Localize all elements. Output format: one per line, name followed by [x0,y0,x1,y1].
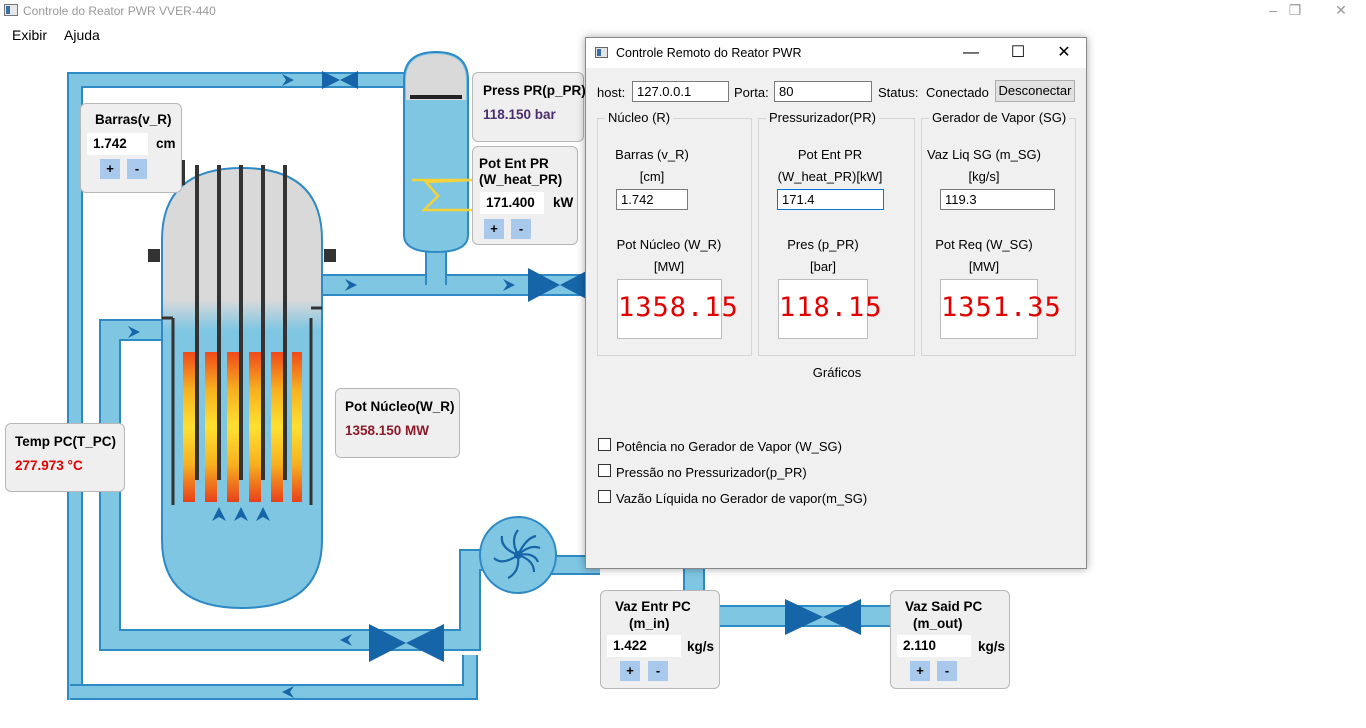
flow-in-decrease-button[interactable]: - [648,661,668,681]
dialog-title: Controle Remoto do Reator PWR [616,46,802,60]
status-value: Conectado [926,85,989,100]
status-label: Status: [878,85,919,100]
checkbox-icon[interactable] [598,490,611,503]
core-display-label: Pot Núcleo (W_R) [616,237,722,252]
flow-in-label-line2: (m_in) [629,616,670,631]
sg-input-unit: [kg/s] [968,169,1000,184]
heater-panel: Pot Ent PR (W_heat_PR) 171.400 kW + - [472,146,578,245]
pressurizer [403,50,473,254]
core-group-title: Núcleo (R) [605,110,674,125]
window-icon [595,47,608,58]
core-group: Núcleo (R) Barras (v_R) [cm] 1.742 Pot N… [597,110,752,356]
temperature-label: Temp PC(T_PC) [15,434,117,449]
steam-generator-group: Gerador de Vapor (SG) Vaz Liq SG (m_SG) … [921,110,1076,356]
graph-option-pressurizer-pressure[interactable]: Pressão no Pressurizador(p_PR) [616,465,807,480]
checkbox-icon[interactable] [598,438,611,451]
pressurizer-input-unit: (W_heat_PR)[kW] [777,169,883,184]
sg-flow-input[interactable]: 119.3 [940,189,1055,210]
flow-out-value-field[interactable]: 2.110 [897,635,971,657]
flow-out-label-line1: Vaz Said PC [905,599,983,614]
host-label: host: [597,85,626,100]
core-power-label: Pot Núcleo(W_R) [345,399,455,414]
flow-out-panel: Vaz Said PC (m_out) 2.110 kg/s + - [890,590,1010,689]
heater-label-line1: Pot Ent PR [479,156,549,171]
checkbox-icon[interactable] [598,464,611,477]
rods-panel: Barras(v_R) 1.742 cm + - [80,103,182,193]
sg-display-label: Pot Req (W_SG) [935,237,1033,252]
pump-icon [479,516,557,594]
heater-decrease-button[interactable]: - [511,219,531,239]
flow-in-value-field[interactable]: 1.422 [607,635,681,657]
steam-generator-group-title: Gerador de Vapor (SG) [929,110,1070,125]
core-input-unit: [cm] [639,169,665,184]
reactor-vessel [148,160,336,610]
sg-display-unit: [MW] [968,259,1000,274]
pressurizer-pressure-lcd: 118.15 [778,279,882,339]
hot-leg-pipe [320,245,600,296]
pressurizer-group: Pressurizador(PR) Pot Ent PR (W_heat_PR)… [758,110,915,356]
rods-increase-button[interactable]: + [100,159,120,179]
flow-in-increase-button[interactable]: + [620,661,640,681]
rods-label: Barras(v_R) [95,112,172,127]
core-power-panel: Pot Núcleo(W_R) 1358.150 MW [335,388,460,458]
valve-icon [528,268,592,302]
temperature-panel: Temp PC(T_PC) 277.973 °C [5,423,125,492]
core-rods-input[interactable]: 1.742 [616,189,688,210]
rods-decrease-button[interactable]: - [127,159,147,179]
core-power-value: 1358.150 MW [345,423,430,438]
port-label: Porta: [734,85,769,100]
core-power-lcd: 1358.15 [617,279,738,339]
pressure-panel: Press PR(p_PR) 118.150 bar [472,72,586,142]
dialog-titlebar: Controle Remoto do Reator PWR — ☐ ✕ [586,38,1086,68]
pressure-value: 118.150 bar [483,107,556,122]
disconnect-button[interactable]: Desconectar [995,80,1075,102]
rods-unit: cm [156,136,176,151]
core-display-unit: [MW] [653,259,685,274]
flow-in-unit: kg/s [687,639,715,654]
heater-value-field[interactable]: 171.400 [480,192,544,214]
port-input[interactable]: 80 [774,81,872,102]
dialog-close-button[interactable]: ✕ [1044,42,1084,64]
remote-control-dialog: Controle Remoto do Reator PWR — ☐ ✕ host… [585,37,1087,569]
core-input-label: Barras (v_R) [615,147,689,162]
pressurizer-group-title: Pressurizador(PR) [766,110,879,125]
pressure-label: Press PR(p_PR) [483,83,586,98]
pressurizer-input-label: Pot Ent PR [797,147,863,162]
flow-out-increase-button[interactable]: + [910,661,930,681]
flow-in-panel: Vaz Entr PC (m_in) 1.422 kg/s + - [600,590,720,689]
sg-input-label: Vaz Liq SG (m_SG) [927,147,1041,162]
heater-label-line2: (W_heat_PR) [479,172,563,187]
heater-unit: kW [553,195,574,210]
sg-power-lcd: 1351.35 [940,279,1061,339]
pressurizer-heater-input[interactable]: 171.4 [777,189,884,210]
host-input[interactable]: 127.0.0.1 [632,81,729,102]
pressurizer-display-unit: [bar] [809,259,836,274]
graph-option-sg-power[interactable]: Potência no Gerador de Vapor (W_SG) [616,439,842,454]
dialog-maximize-button[interactable]: ☐ [998,42,1038,64]
flow-out-unit: kg/s [978,639,1006,654]
flow-in-label-line1: Vaz Entr PC [615,599,691,614]
dialog-minimize-button[interactable]: — [951,42,991,64]
temperature-value: 277.973 °C [15,458,83,473]
flow-out-label-line2: (m_out) [913,616,963,631]
graph-option-sg-flow[interactable]: Vazão Líquida no Gerador de vapor(m_SG) [616,491,867,506]
rods-value-field[interactable]: 1.742 [87,133,148,155]
valve-icon [785,599,861,635]
heater-increase-button[interactable]: + [484,219,504,239]
flow-out-decrease-button[interactable]: - [937,661,957,681]
graphs-title: Gráficos [812,365,862,380]
pressurizer-display-label: Pres (p_PR) [787,237,859,252]
